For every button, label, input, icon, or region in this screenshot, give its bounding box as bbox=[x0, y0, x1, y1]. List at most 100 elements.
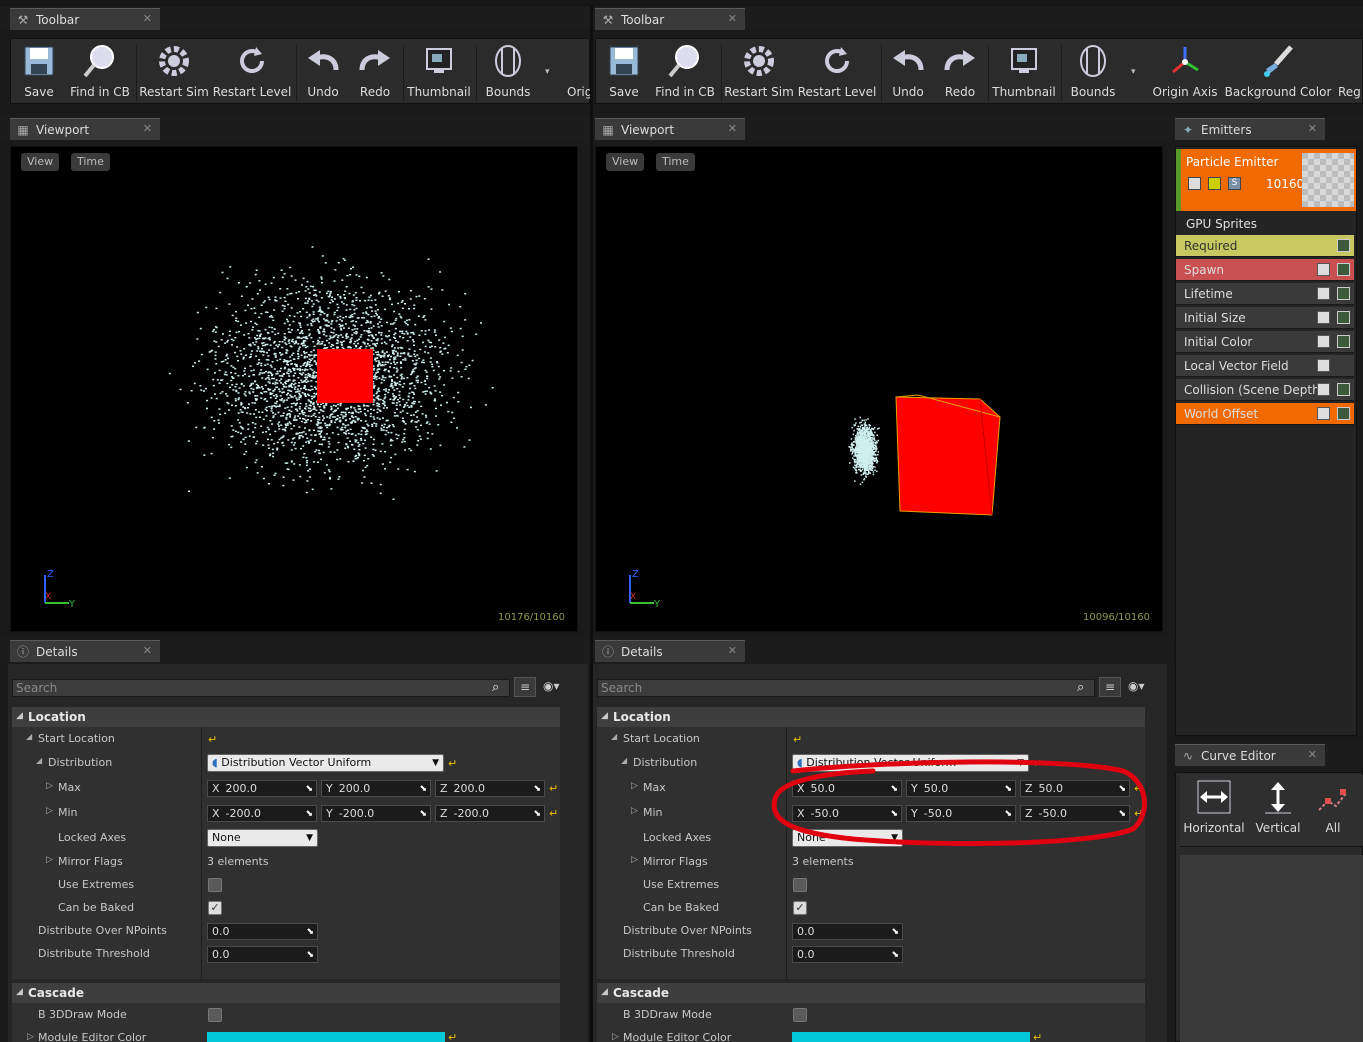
close-icon[interactable]: ✕ bbox=[728, 122, 737, 135]
triangle-expanded-icon[interactable]: ◢ bbox=[601, 711, 608, 721]
cut-off-button[interactable]: Reg bbox=[1338, 39, 1363, 103]
left-viewport-tab[interactable]: ▦ Viewport ✕ bbox=[10, 118, 160, 140]
module-enable-checkbox[interactable] bbox=[1317, 383, 1330, 396]
distribution-combo[interactable]: ◖ Distribution Vector Uniform ▼ bbox=[207, 754, 444, 772]
triangle-expanded-icon[interactable]: ◢ bbox=[621, 756, 627, 765]
cascade-category[interactable]: Cascade bbox=[12, 983, 560, 1003]
graph-icon[interactable] bbox=[1337, 263, 1350, 276]
reset-icon[interactable]: ↵ bbox=[793, 734, 803, 746]
graph-icon[interactable] bbox=[1337, 287, 1350, 300]
emitter-render-mode-icon[interactable] bbox=[1208, 177, 1221, 190]
eye-icon[interactable]: ◉▾ bbox=[543, 679, 560, 693]
distribute-over-field[interactable]: 0.0 ⬊ bbox=[792, 923, 903, 940]
max-x-field[interactable]: X 200.0 ⬊ bbox=[207, 780, 317, 797]
location-category[interactable]: Location bbox=[12, 707, 560, 727]
restart-level-button[interactable]: Restart Level bbox=[798, 39, 876, 103]
undo-button[interactable]: Undo bbox=[301, 39, 345, 103]
all-button[interactable]: All bbox=[1308, 775, 1358, 839]
emitter-enable-checkbox[interactable] bbox=[1188, 177, 1201, 190]
locked-axes-combo[interactable]: None ▼ bbox=[207, 829, 318, 847]
thumbnail-button[interactable]: Thumbnail bbox=[407, 39, 471, 103]
distribute-threshold-field[interactable]: 0.0 ⬊ bbox=[207, 946, 318, 963]
triangle-expanded-icon[interactable]: ◢ bbox=[36, 756, 42, 765]
close-icon[interactable]: ✕ bbox=[143, 12, 152, 25]
module-row[interactable]: Spawn bbox=[1176, 259, 1354, 281]
emitters-tab[interactable]: ✦ Emitters ✕ bbox=[1175, 118, 1325, 140]
use-extremes-checkbox[interactable] bbox=[793, 878, 807, 892]
emitter-header[interactable]: Particle Emitter S 10160 bbox=[1176, 149, 1356, 211]
triangle-collapsed-icon[interactable]: ▷ bbox=[631, 855, 638, 865]
module-row[interactable]: Local Vector Field bbox=[1176, 355, 1354, 377]
max-z-field[interactable]: Z 200.0 ⬊ bbox=[435, 780, 545, 797]
close-icon[interactable]: ✕ bbox=[143, 644, 152, 657]
triangle-expanded-icon[interactable]: ◢ bbox=[601, 987, 608, 997]
graph-icon[interactable] bbox=[1337, 383, 1350, 396]
chevron-down-icon[interactable]: ▾ bbox=[1131, 67, 1136, 77]
module-row[interactable]: Initial Color bbox=[1176, 331, 1354, 353]
can-be-baked-checkbox[interactable]: ✓ bbox=[208, 901, 222, 915]
graph-icon[interactable] bbox=[1337, 335, 1350, 348]
chevron-down-icon[interactable]: ▾ bbox=[545, 67, 550, 77]
reset-icon[interactable]: ↵ bbox=[448, 758, 458, 770]
close-icon[interactable]: ✕ bbox=[728, 644, 737, 657]
close-icon[interactable]: ✕ bbox=[1308, 748, 1317, 761]
right-viewport-tab[interactable]: ▦ Viewport ✕ bbox=[595, 118, 745, 140]
min-z-field[interactable]: Z -200.0 ⬊ bbox=[435, 805, 545, 822]
close-icon[interactable]: ✕ bbox=[1308, 122, 1317, 135]
curve-graph-area[interactable] bbox=[1180, 855, 1363, 1042]
distribute-over-field[interactable]: 0.0 ⬊ bbox=[207, 923, 318, 940]
redo-button[interactable]: Redo bbox=[938, 39, 982, 103]
module-editor-color-swatch[interactable] bbox=[207, 1032, 445, 1042]
find-in-cb-button[interactable]: Find in CB bbox=[67, 39, 133, 103]
b3d-draw-mode-checkbox[interactable] bbox=[793, 1008, 807, 1022]
triangle-expanded-icon[interactable]: ◢ bbox=[16, 987, 23, 997]
module-enable-checkbox[interactable] bbox=[1317, 311, 1330, 324]
undo-button[interactable]: Undo bbox=[886, 39, 930, 103]
module-row[interactable]: World Offset bbox=[1176, 403, 1354, 425]
emitter-solo-icon[interactable]: S bbox=[1228, 177, 1241, 190]
right-details-tab[interactable]: ⓘ Details ✕ bbox=[595, 640, 745, 662]
save-button[interactable]: Save bbox=[600, 39, 648, 103]
module-row[interactable]: Initial Size bbox=[1176, 307, 1354, 329]
distribute-threshold-field[interactable]: 0.0 ⬊ bbox=[792, 946, 903, 963]
background-color-button[interactable]: Background Color bbox=[1225, 39, 1331, 103]
module-enable-checkbox[interactable] bbox=[1317, 359, 1330, 372]
reset-icon[interactable]: ↵ bbox=[208, 734, 218, 746]
module-row[interactable]: Lifetime bbox=[1176, 283, 1354, 305]
thumbnail-button[interactable]: Thumbnail bbox=[992, 39, 1056, 103]
reset-icon[interactable]: ↵ bbox=[448, 1032, 458, 1042]
triangle-expanded-icon[interactable]: ◢ bbox=[26, 732, 32, 741]
b3d-draw-mode-checkbox[interactable] bbox=[208, 1008, 222, 1022]
graph-icon[interactable] bbox=[1337, 407, 1350, 420]
can-be-baked-checkbox[interactable]: ✓ bbox=[793, 901, 807, 915]
left-toolbar-tab[interactable]: ⚒ Toolbar ✕ bbox=[10, 8, 160, 30]
triangle-expanded-icon[interactable]: ◢ bbox=[611, 732, 617, 741]
module-row[interactable]: Required bbox=[1176, 235, 1354, 257]
module-enable-checkbox[interactable] bbox=[1317, 407, 1330, 420]
triangle-collapsed-icon[interactable]: ▷ bbox=[46, 781, 53, 791]
right-toolbar-tab[interactable]: ⚒ Toolbar ✕ bbox=[595, 8, 745, 30]
list-view-icon[interactable]: ≡ bbox=[514, 677, 536, 697]
reset-icon[interactable]: ↵ bbox=[549, 808, 559, 820]
triangle-expanded-icon[interactable]: ◢ bbox=[16, 711, 23, 721]
reset-icon[interactable]: ↵ bbox=[549, 783, 559, 795]
vertical-button[interactable]: Vertical bbox=[1252, 775, 1304, 839]
find-in-cb-button[interactable]: Find in CB bbox=[652, 39, 718, 103]
triangle-collapsed-icon[interactable]: ▷ bbox=[631, 781, 638, 791]
triangle-collapsed-icon[interactable]: ▷ bbox=[46, 855, 53, 865]
left-details-tab[interactable]: ⓘ Details ✕ bbox=[10, 640, 160, 662]
reset-icon[interactable]: ↵ bbox=[1033, 1032, 1043, 1042]
min-y-field[interactable]: Y -200.0 ⬊ bbox=[321, 805, 431, 822]
right-viewport[interactable]: View Time ZXY 10096/10160 bbox=[595, 146, 1163, 632]
module-editor-color-swatch[interactable] bbox=[792, 1032, 1030, 1042]
use-extremes-checkbox[interactable] bbox=[208, 878, 222, 892]
bounds-button[interactable]: Bounds bbox=[1066, 39, 1120, 103]
triangle-collapsed-icon[interactable]: ▷ bbox=[27, 1032, 34, 1042]
triangle-collapsed-icon[interactable]: ▷ bbox=[612, 1032, 619, 1042]
origin-axis-button[interactable]: Origin Axis bbox=[1150, 39, 1220, 103]
origin-axis-button-cut[interactable]: Orig bbox=[567, 39, 591, 103]
horizontal-button[interactable]: Horizontal bbox=[1182, 775, 1246, 839]
module-enable-checkbox[interactable] bbox=[1317, 335, 1330, 348]
triangle-collapsed-icon[interactable]: ▷ bbox=[631, 806, 638, 816]
triangle-collapsed-icon[interactable]: ▷ bbox=[46, 806, 53, 816]
